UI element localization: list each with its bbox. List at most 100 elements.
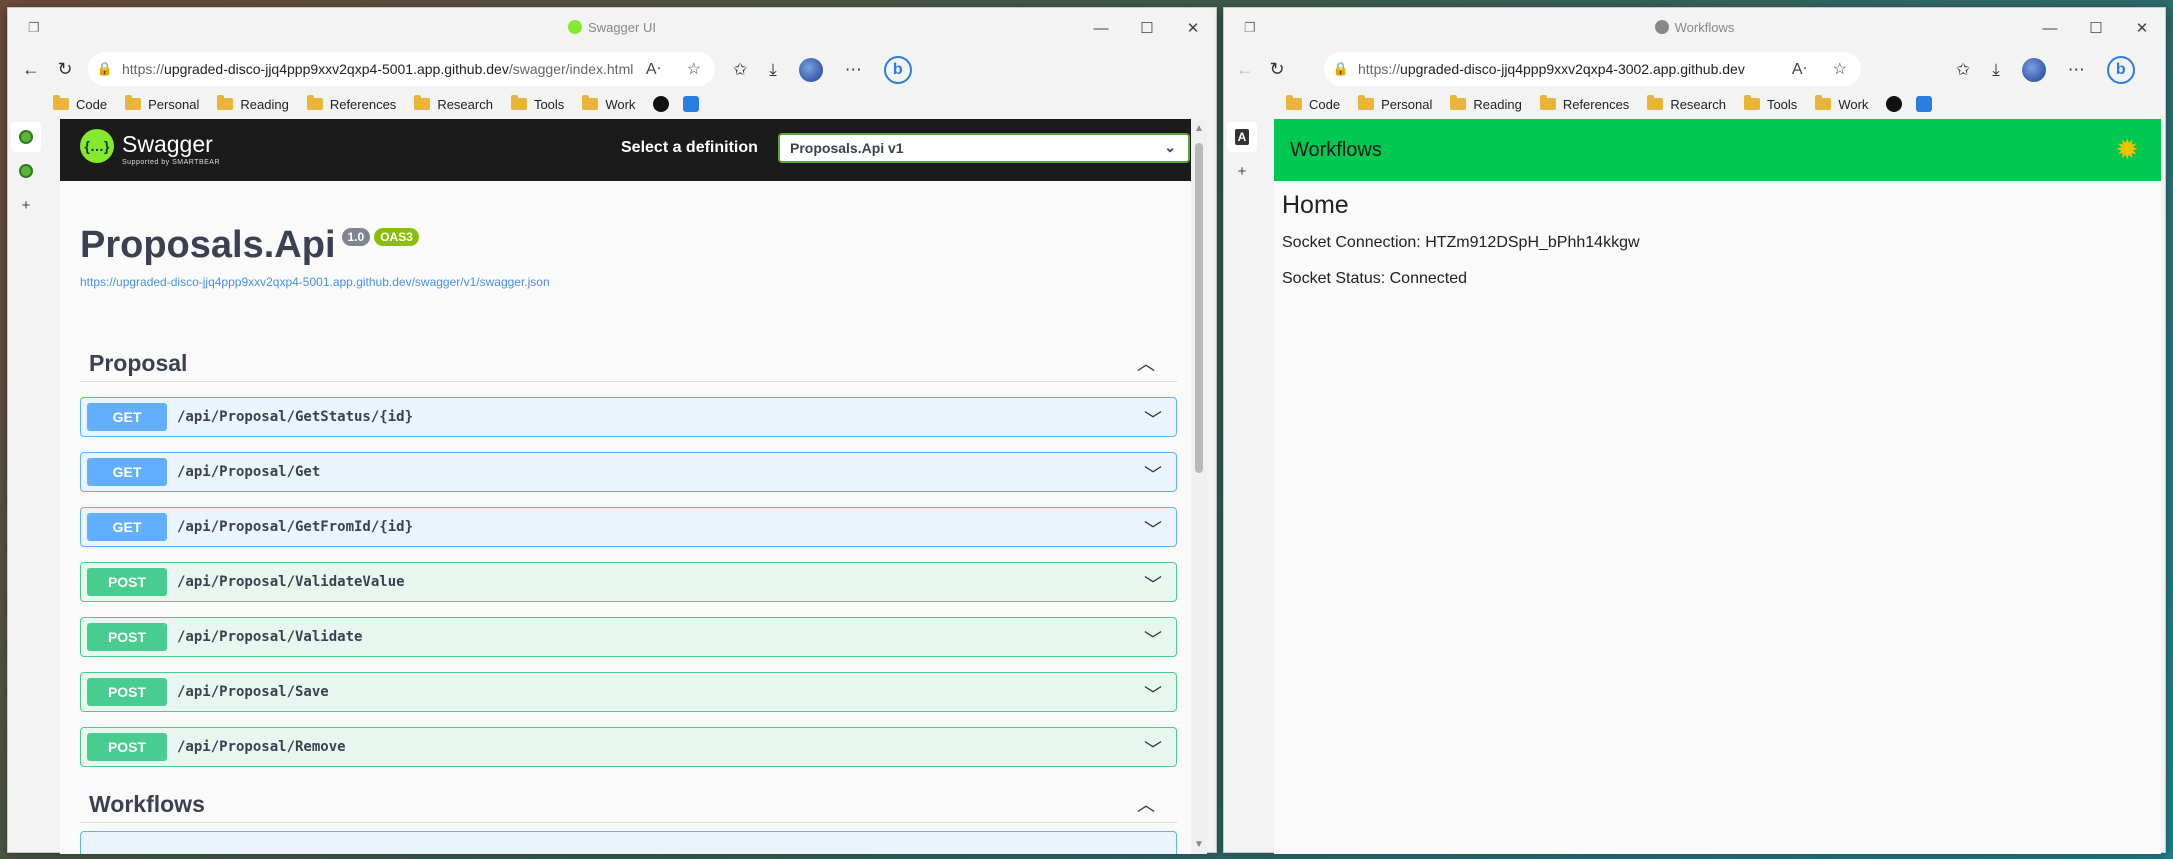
read-aloud-icon[interactable]: Aᐧ bbox=[1792, 59, 1807, 79]
read-aloud-icon[interactable]: Aᐧ bbox=[646, 59, 661, 79]
scroll-down-icon[interactable]: ▼ bbox=[1194, 839, 1204, 850]
bookmarks-bar: Code Personal Reading References Researc… bbox=[8, 90, 1216, 118]
scroll-up-icon[interactable]: ▲ bbox=[1194, 123, 1204, 134]
bookmark-tools[interactable]: Tools bbox=[510, 95, 564, 112]
operation-partial[interactable] bbox=[80, 831, 1177, 854]
section-header[interactable]: Proposal ︿ bbox=[80, 340, 1177, 382]
bookmark-research[interactable]: Research bbox=[414, 95, 493, 112]
spec-link[interactable]: https://upgraded-disco-jjq4ppp9xxv2qxp4-… bbox=[80, 275, 550, 289]
chevron-up-icon[interactable]: ︿ bbox=[1137, 350, 1155, 376]
folder-icon bbox=[1815, 95, 1832, 110]
window-title-text: Swagger UI bbox=[588, 20, 656, 35]
back-icon[interactable]: ← bbox=[18, 56, 44, 82]
favorites-icon[interactable]: ✩ bbox=[733, 60, 747, 80]
minimize-icon[interactable]: — bbox=[1078, 8, 1124, 48]
chevron-down-icon[interactable]: ﹀ bbox=[1144, 516, 1162, 542]
folder-icon bbox=[217, 95, 234, 110]
bookmark-reading[interactable]: Reading bbox=[1450, 95, 1522, 112]
bookmark-references[interactable]: References bbox=[306, 95, 396, 112]
bookmark-tools[interactable]: Tools bbox=[1743, 95, 1797, 112]
title-bar: ❐ Swagger UI — ☐ ✕ bbox=[8, 8, 1216, 48]
tab-swagger-1[interactable] bbox=[11, 122, 41, 152]
operation-validate-value[interactable]: POST/api/Proposal/ValidateValue ﹀ bbox=[80, 562, 1177, 602]
azure-icon[interactable] bbox=[1916, 96, 1933, 112]
folder-icon bbox=[53, 95, 69, 110]
operation-get[interactable]: GET/api/Proposal/Get ﹀ bbox=[80, 452, 1177, 492]
folder-icon bbox=[1539, 95, 1556, 110]
window-title: Workflows bbox=[1224, 20, 2165, 35]
new-tab-icon[interactable]: + bbox=[1227, 156, 1257, 186]
more-icon[interactable]: ⋯ bbox=[845, 60, 862, 80]
back-icon[interactable]: ← bbox=[1232, 56, 1258, 82]
section-workflows: Workflows ︿ bbox=[80, 781, 1177, 854]
bookmark-references[interactable]: References bbox=[1539, 95, 1629, 112]
chevron-down-icon[interactable]: ﹀ bbox=[1144, 736, 1162, 762]
refresh-icon[interactable]: ↻ bbox=[52, 56, 78, 82]
azure-icon[interactable] bbox=[683, 96, 700, 112]
tab-workflows[interactable]: A bbox=[1227, 122, 1257, 152]
api-info: Proposals.Api 1.0 OAS3 https://upgraded-di… bbox=[80, 224, 550, 289]
maximize-icon[interactable]: ☐ bbox=[2073, 8, 2119, 48]
maximize-icon[interactable]: ☐ bbox=[1124, 8, 1170, 48]
profile-avatar[interactable] bbox=[798, 58, 823, 82]
bookmark-research[interactable]: Research bbox=[1647, 95, 1726, 112]
bookmark-reading[interactable]: Reading bbox=[217, 95, 289, 112]
nav-bar: ← ↻ 🔒 https://upgraded-disco-jjq4ppp9xxv… bbox=[1224, 48, 2165, 90]
api-title: Proposals.Api bbox=[80, 224, 336, 266]
swagger-favicon-icon bbox=[568, 20, 583, 34]
chevron-down-icon[interactable]: ﹀ bbox=[1144, 406, 1162, 432]
close-icon[interactable]: ✕ bbox=[1170, 8, 1216, 48]
operation-get-from-id[interactable]: GET/api/Proposal/GetFromId/{id} ﹀ bbox=[80, 507, 1177, 547]
bing-icon[interactable]: b bbox=[883, 56, 912, 84]
refresh-icon[interactable]: ↻ bbox=[1264, 56, 1290, 82]
definition-select[interactable]: Proposals.Api v1 ⌄ bbox=[778, 133, 1190, 163]
url-text[interactable]: https://upgraded-disco-jjq4ppp9xxv2qxp4-… bbox=[122, 61, 633, 77]
operation-validate[interactable]: POST/api/Proposal/Validate ﹀ bbox=[80, 617, 1177, 657]
address-bar[interactable]: 🔒 https://upgraded-disco-jjq4ppp9xxv2qxp… bbox=[1324, 52, 1861, 86]
bookmark-work[interactable]: Work bbox=[582, 95, 635, 112]
minimize-icon[interactable]: — bbox=[2027, 8, 2073, 48]
bookmark-code[interactable]: Code bbox=[53, 95, 107, 112]
operation-remove[interactable]: POST/api/Proposal/Remove ﹀ bbox=[80, 727, 1177, 767]
chevron-down-icon[interactable]: ﹀ bbox=[1144, 681, 1162, 707]
bookmark-personal[interactable]: Personal bbox=[1358, 95, 1432, 112]
scrollbar-thumb[interactable] bbox=[1195, 143, 1203, 473]
operation-get-status[interactable]: GET/api/Proposal/GetStatus/{id} ﹀ bbox=[80, 397, 1177, 437]
scrollbar[interactable]: ▲ ▼ bbox=[1191, 119, 1207, 854]
swagger-logo-icon[interactable]: {…} bbox=[80, 129, 114, 163]
workflows-page: Workflows ✹ Home Socket Connection: HTZm… bbox=[1274, 119, 2161, 854]
github-icon[interactable] bbox=[1886, 96, 1903, 112]
tab-swagger-2[interactable] bbox=[11, 156, 41, 186]
angular-tab-icon: A bbox=[1234, 129, 1250, 145]
downloads-icon[interactable]: ⤓ bbox=[1992, 60, 2000, 80]
folder-icon bbox=[306, 95, 323, 110]
more-icon[interactable]: ⋯ bbox=[2068, 60, 2085, 80]
bing-icon[interactable]: b bbox=[2106, 56, 2135, 84]
section-header[interactable]: Workflows ︿ bbox=[80, 781, 1177, 823]
app-body: Home Socket Connection: HTZm912DSpH_bPhh… bbox=[1274, 181, 2161, 316]
lock-icon[interactable]: 🔒 bbox=[88, 61, 122, 77]
url-text[interactable]: https://upgraded-disco-jjq4ppp9xxv2qxp4-… bbox=[1358, 61, 1745, 77]
bookmark-personal[interactable]: Personal bbox=[125, 95, 199, 112]
chevron-down-icon[interactable]: ﹀ bbox=[1144, 571, 1162, 597]
folder-icon bbox=[1286, 95, 1302, 110]
socket-status: Socket Status: Connected bbox=[1282, 270, 1467, 287]
bookmark-code[interactable]: Code bbox=[1286, 95, 1340, 112]
bookmark-work[interactable]: Work bbox=[1815, 95, 1868, 112]
operation-save[interactable]: POST/api/Proposal/Save ﹀ bbox=[80, 672, 1177, 712]
downloads-icon[interactable]: ⤓ bbox=[769, 60, 777, 80]
address-bar[interactable]: 🔒 https://upgraded-disco-jjq4ppp9xxv2qxp… bbox=[88, 52, 715, 86]
favorite-icon[interactable]: ☆ bbox=[1833, 59, 1847, 79]
favorite-icon[interactable]: ☆ bbox=[687, 59, 701, 79]
new-tab-icon[interactable]: + bbox=[11, 190, 41, 220]
theme-sun-icon[interactable]: ✹ bbox=[2116, 133, 2139, 166]
chevron-up-icon[interactable]: ︿ bbox=[1137, 791, 1155, 817]
chevron-down-icon[interactable]: ﹀ bbox=[1144, 461, 1162, 487]
close-icon[interactable]: ✕ bbox=[2119, 8, 2165, 48]
folder-icon bbox=[1450, 95, 1467, 110]
profile-avatar[interactable] bbox=[2021, 58, 2046, 82]
chevron-down-icon[interactable]: ﹀ bbox=[1144, 626, 1162, 652]
favorites-icon[interactable]: ✩ bbox=[1956, 60, 1970, 80]
lock-icon[interactable]: 🔒 bbox=[1324, 61, 1358, 77]
github-icon[interactable] bbox=[653, 96, 670, 112]
